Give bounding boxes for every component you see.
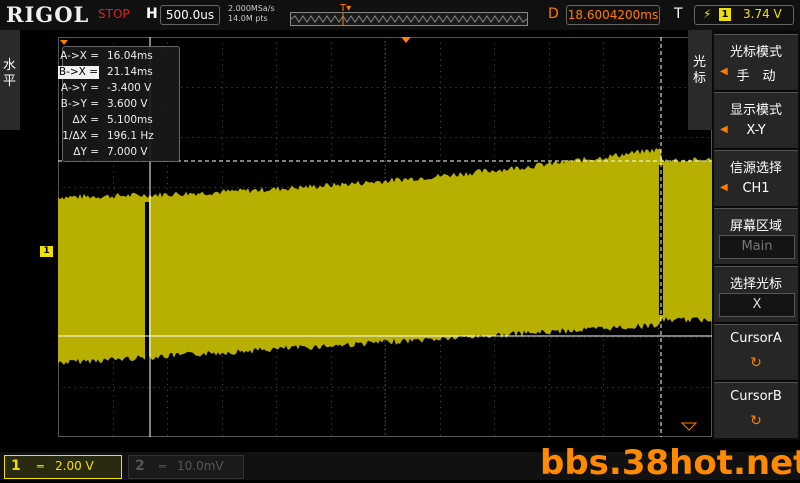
rising-edge-icon: ⚡ [703, 7, 712, 21]
menu-cursor-b[interactable]: CursorB ↻ [714, 382, 798, 438]
menu-screen-area[interactable]: 屏幕区域 Main [714, 208, 798, 264]
menu-item-title: 信源选择 [729, 161, 782, 176]
menu-source-select[interactable]: 信源选择 ◀ CH1 [714, 150, 798, 206]
timebase-label: H [146, 6, 158, 22]
trigger-level-marker-icon [60, 40, 68, 45]
horizontal-tab-label: 水平 [3, 58, 17, 89]
menu-item-title: CursorB [730, 389, 782, 404]
readout-row: A->X = 16.04ms [60, 50, 153, 62]
dc-coupling-icon: ═ [37, 460, 44, 473]
trigger-position-icon: T▾ [340, 3, 352, 14]
readout-row: B->Y = 3.600 V [60, 98, 148, 110]
menu-item-title: CursorA [730, 331, 782, 346]
rotate-knob-icon: ↻ [750, 413, 762, 429]
menu-item-title: 屏幕区域 [729, 219, 782, 234]
menu-item-title: 选择光标 [729, 277, 782, 292]
readout-row: ΔX = 5.100ms [72, 114, 153, 126]
menu-cursor-a[interactable]: CursorA ↻ [714, 324, 798, 380]
channel1-scale: 2.00 V [55, 459, 94, 473]
acquisition-info: 2.000MSa/s 14.0M pts [228, 4, 275, 24]
memory-depth: 14.0M pts [228, 14, 268, 23]
readout-row: ΔY = 7.000 V [73, 146, 148, 158]
menu-item-value: X [719, 293, 795, 317]
menu-item-title: 显示模式 [729, 103, 782, 118]
trigger-source: 1 [719, 8, 731, 21]
brand-logo: RIGOL [6, 2, 90, 27]
menu-item-value: CH1 [742, 181, 770, 196]
channel1-waveform [58, 147, 712, 365]
delay-label: D [548, 6, 559, 22]
rotate-knob-icon: ↻ [750, 355, 762, 371]
channel1-tab[interactable]: 1 ═ 2.00 V [4, 455, 122, 479]
dc-coupling-icon: ═ [159, 460, 166, 473]
readout-row: 1/ΔX = 196.1 Hz [62, 130, 154, 142]
trigger-settings[interactable]: ⚡ 1 3.74 V [694, 5, 794, 25]
trigger-level: 3.74 V [743, 7, 782, 21]
trigger-label: T [674, 6, 683, 22]
readout-row: A->Y = -3.400 V [60, 82, 152, 94]
channel2-scale: 10.0mV [177, 459, 224, 473]
timebase-value[interactable]: 500.0us [160, 5, 220, 25]
watermark-text: bbs.38hot.net [540, 443, 800, 483]
menu-cursor-mode[interactable]: 光标模式 ◀ 手 动 [714, 34, 798, 90]
trigger-time-marker-icon [401, 37, 411, 43]
menu-item-value: Main [719, 235, 795, 259]
readout-row: B->X = 21.14ms [57, 66, 153, 79]
scroll-down-icon [680, 422, 698, 431]
cursor-menu-tab[interactable]: 光标 [688, 30, 712, 130]
menu-select-cursor[interactable]: 选择光标 X [714, 266, 798, 322]
menu-item-value: 手 动 [736, 69, 776, 84]
memory-wave-icon [291, 13, 527, 25]
horizontal-menu-tab[interactable]: 水平 [0, 30, 20, 130]
channel1-number: 1 [11, 458, 21, 474]
cursor-readout-panel: A->X = 16.04ms B->X = 21.14ms A->Y = -3.… [57, 46, 180, 162]
channel2-tab[interactable]: 2 ═ 10.0mV [128, 455, 244, 479]
delay-value[interactable]: 18.6004200ms [566, 5, 660, 25]
run-stop-indicator[interactable]: STOP [98, 7, 130, 21]
menu-item-title: 光标模式 [729, 45, 782, 60]
menu-item-value: X-Y [746, 123, 766, 138]
memory-overview [290, 12, 528, 26]
softkey-menu: 光标模式 ◀ 手 动 显示模式 ◀ X-Y 信源选择 ◀ CH1 屏幕区域 Ma… [712, 30, 800, 440]
status-bar: RIGOL STOP H 500.0us 2.000MSa/s 14.0M pt… [0, 0, 800, 30]
channel2-number: 2 [135, 458, 145, 474]
channel1-offset-marker[interactable]: 1 [40, 246, 53, 257]
cursor-tab-label: 光标 [693, 55, 707, 86]
sample-rate: 2.000MSa/s [228, 4, 275, 13]
menu-display-mode[interactable]: 显示模式 ◀ X-Y [714, 92, 798, 148]
